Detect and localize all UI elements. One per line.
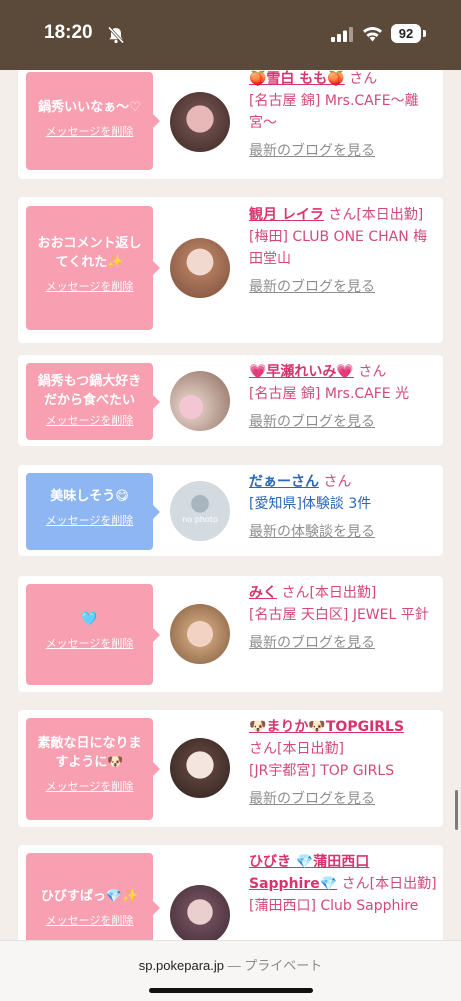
home-indicator[interactable] bbox=[149, 988, 313, 993]
delete-message-link[interactable]: メッセージを削除 bbox=[32, 778, 147, 794]
delete-message-link[interactable]: メッセージを削除 bbox=[32, 635, 147, 651]
profile-info: みく さん[本日出勤] [名古屋 天白区] JEWEL 平針 最新のブログを見る bbox=[249, 582, 437, 654]
message-text: おおコメント返してくれた✨ bbox=[37, 236, 142, 270]
honorific: さん bbox=[344, 71, 378, 87]
shop-name: [梅田] CLUB ONE CHAN 梅田堂山 bbox=[249, 229, 428, 267]
honorific: さん bbox=[353, 364, 387, 380]
message-bubble: 美味しそう😋 メッセージを削除 bbox=[26, 473, 160, 550]
private-mode-label: プライベート bbox=[244, 958, 323, 973]
comment-card: 鍋秀もつ鍋大好きだから食べたい メッセージを削除 💗早瀬れいみ💗 さん [名古屋… bbox=[18, 355, 443, 446]
message-text: 素敵な日になりますように🐶 bbox=[37, 736, 142, 770]
domain-text: sp.pokepara.jp bbox=[138, 958, 224, 973]
browser-address-bar[interactable]: sp.pokepara.jp — プライベート bbox=[0, 940, 461, 1001]
avatar[interactable] bbox=[170, 738, 230, 798]
honorific: さん bbox=[319, 474, 352, 490]
separator: — bbox=[227, 958, 241, 973]
scrollbar-thumb[interactable] bbox=[455, 790, 458, 830]
delete-message-link[interactable]: メッセージを削除 bbox=[32, 512, 147, 528]
profile-name-link[interactable]: だぁーさん bbox=[249, 474, 319, 490]
message-text: 鍋秀いいなぁ〜♡ bbox=[38, 100, 141, 115]
avatar[interactable] bbox=[170, 92, 230, 152]
message-bubble: 🩵 メッセージを削除 bbox=[26, 584, 160, 685]
comment-card: 素敵な日になりますように🐶 メッセージを削除 🐶まりか🐶TOPGIRLS さん[… bbox=[18, 710, 443, 827]
honorific: さん[本日出勤] bbox=[323, 207, 424, 223]
review-count: [愛知県]体験談 3件 bbox=[249, 496, 372, 512]
url-display[interactable]: sp.pokepara.jp — プライベート bbox=[0, 955, 461, 974]
wifi-icon bbox=[363, 27, 382, 42]
avatar[interactable] bbox=[170, 371, 230, 431]
comment-card: 美味しそう😋 メッセージを削除 no photo だぁーさん さん [愛知県]体… bbox=[18, 465, 443, 556]
delete-message-link[interactable]: メッセージを削除 bbox=[32, 412, 147, 428]
message-bubble: 鍋秀もつ鍋大好きだから食べたい メッセージを削除 bbox=[26, 363, 160, 440]
bell-mute-icon bbox=[107, 26, 125, 44]
signal-icon bbox=[331, 27, 353, 42]
battery-indicator: 92 bbox=[391, 24, 421, 43]
avatar[interactable] bbox=[170, 604, 230, 664]
profile-name-link[interactable]: 🍑雪白 もも🍑 bbox=[249, 71, 345, 87]
comment-card: 鍋秀いいなぁ〜♡ メッセージを削除 🍑雪白 もも🍑 さん [名古屋 錦] Mrs… bbox=[18, 70, 443, 179]
honorific: さん[本日出勤] bbox=[249, 741, 344, 757]
message-text: 美味しそう😋 bbox=[50, 489, 129, 504]
profile-info: 🍑雪白 もも🍑 さん [名古屋 錦] Mrs.CAFE〜離宮〜 最新のブログを見… bbox=[249, 70, 437, 162]
profile-name-link[interactable]: 🐶まりか🐶TOPGIRLS bbox=[249, 719, 404, 735]
latest-blog-link[interactable]: 最新のブログを見る bbox=[249, 140, 437, 162]
message-bubble: 素敵な日になりますように🐶 メッセージを削除 bbox=[26, 718, 160, 820]
honorific: さん[本日出勤] bbox=[337, 876, 437, 892]
comment-card: 🩵 メッセージを削除 みく さん[本日出勤] [名古屋 天白区] JEWEL 平… bbox=[18, 576, 443, 692]
shop-name: [蒲田西口] Club Sapphire bbox=[249, 898, 419, 914]
avatar[interactable] bbox=[170, 885, 230, 940]
comment-card: おおコメント返してくれた✨ メッセージを削除 観月 レイラ さん[本日出勤] [… bbox=[18, 197, 443, 343]
profile-info: 観月 レイラ さん[本日出勤] [梅田] CLUB ONE CHAN 梅田堂山 … bbox=[249, 204, 437, 298]
shop-name: [名古屋 錦] Mrs.CAFE〜離宮〜 bbox=[249, 93, 419, 131]
message-bubble: 鍋秀いいなぁ〜♡ メッセージを削除 bbox=[26, 72, 160, 170]
profile-name-link[interactable]: みく bbox=[249, 585, 277, 601]
honorific: さん[本日出勤] bbox=[277, 585, 377, 601]
message-text: 🩵 bbox=[81, 612, 98, 627]
avatar-placeholder[interactable]: no photo bbox=[170, 481, 230, 541]
latest-blog-link[interactable]: 最新のブログを見る bbox=[249, 788, 437, 810]
profile-info: ひびき 💎蒲田西口Sapphire💎 さん[本日出勤] [蒲田西口] Club … bbox=[249, 851, 437, 917]
latest-blog-link[interactable]: 最新のブログを見る bbox=[249, 276, 437, 298]
message-text: 鍋秀もつ鍋大好きだから食べたい bbox=[37, 374, 142, 408]
status-time: 18:20 bbox=[44, 22, 93, 43]
comment-feed[interactable]: 鍋秀いいなぁ〜♡ メッセージを削除 🍑雪白 もも🍑 さん [名古屋 錦] Mrs… bbox=[0, 70, 461, 940]
message-bubble: ひびすぱっ💎✨ メッセージを削除 bbox=[26, 853, 160, 940]
profile-name-link[interactable]: 💗早瀬れいみ💗 bbox=[249, 364, 354, 380]
profile-info: だぁーさん さん [愛知県]体験談 3件 最新の体験談を見る bbox=[249, 471, 437, 543]
delete-message-link[interactable]: メッセージを削除 bbox=[32, 278, 147, 294]
latest-blog-link[interactable]: 最新のブログを見る bbox=[249, 632, 437, 654]
shop-name: [名古屋 天白区] JEWEL 平針 bbox=[249, 607, 429, 623]
comment-card: ひびすぱっ💎✨ メッセージを削除 ひびき 💎蒲田西口Sapphire💎 さん[本… bbox=[18, 845, 443, 940]
message-bubble: おおコメント返してくれた✨ メッセージを削除 bbox=[26, 206, 160, 330]
shop-name: [名古屋 錦] Mrs.CAFE 光 bbox=[249, 386, 410, 402]
profile-info: 🐶まりか🐶TOPGIRLS さん[本日出勤] [JR宇都宮] TOP GIRLS… bbox=[249, 716, 437, 810]
shop-name: [JR宇都宮] TOP GIRLS bbox=[249, 763, 395, 779]
delete-message-link[interactable]: メッセージを削除 bbox=[32, 912, 147, 928]
battery-tip bbox=[423, 30, 426, 37]
delete-message-link[interactable]: メッセージを削除 bbox=[32, 123, 147, 139]
latest-blog-link[interactable]: 最新のブログを見る bbox=[249, 411, 437, 433]
message-text: ひびすぱっ💎✨ bbox=[40, 889, 139, 904]
profile-info: 💗早瀬れいみ💗 さん [名古屋 錦] Mrs.CAFE 光 最新のブログを見る bbox=[249, 361, 437, 433]
status-bar: 18:20 92 bbox=[0, 0, 461, 70]
no-photo-text: no photo bbox=[182, 515, 218, 524]
avatar[interactable] bbox=[170, 238, 230, 298]
latest-review-link[interactable]: 最新の体験談を見る bbox=[249, 521, 437, 543]
profile-name-link[interactable]: 観月 レイラ bbox=[249, 207, 324, 223]
